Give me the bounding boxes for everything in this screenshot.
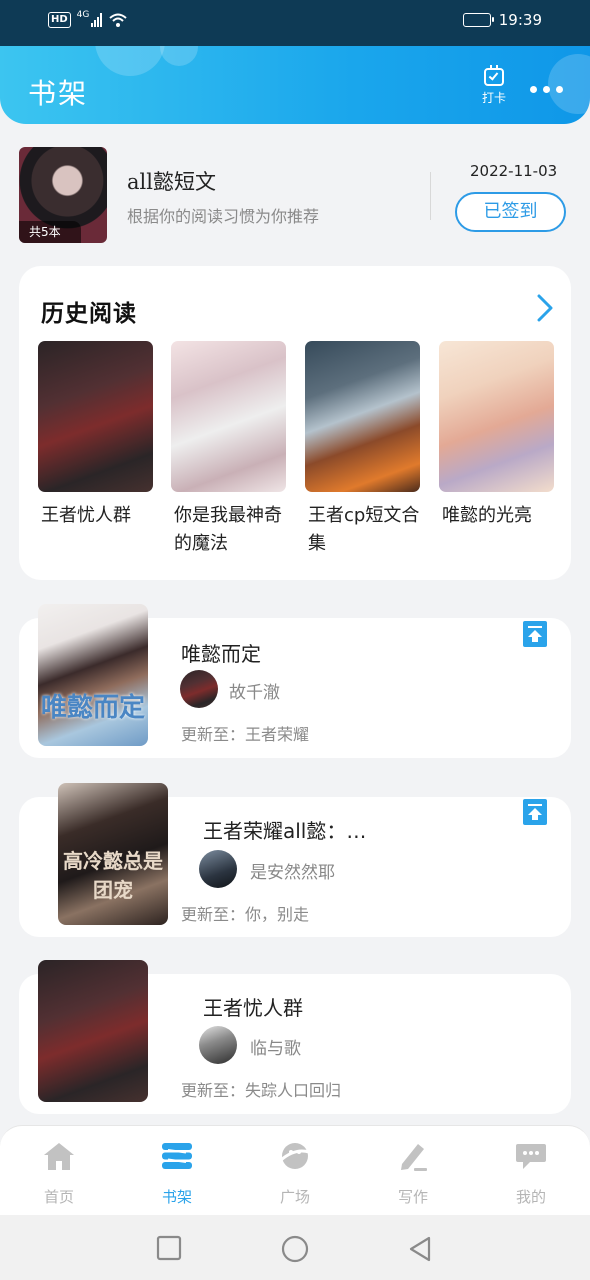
history-item[interactable]: 你是我最神奇的魔法 [171, 341, 286, 558]
recommend-subtitle: 根据你的阅读习惯为你推荐 [127, 207, 320, 226]
hd-badge: HD [48, 12, 71, 28]
avatar [199, 850, 237, 888]
book-cover [38, 960, 148, 1102]
author-name: 临与歌 [250, 1039, 301, 1059]
recommend-section: 共5本 all懿短文 根据你的阅读习惯为你推荐 2022-11-03 已签到 [0, 124, 590, 254]
nav-item-home[interactable]: 首页 [0, 1140, 118, 1207]
history-item-label: 唯懿的光亮 [442, 505, 532, 526]
checkin-label: 打卡 [481, 91, 506, 105]
decor-bubble [548, 54, 590, 114]
book-title: 王者忧人群 [203, 996, 303, 1020]
decor-bubble [95, 46, 165, 76]
history-item[interactable]: 王者cp短文合集 [305, 341, 420, 558]
update-prefix: 更新至： [181, 725, 246, 744]
recommend-cover[interactable]: 共5本 [19, 147, 107, 243]
dot-icon [556, 86, 563, 93]
calendar-check-icon [484, 65, 504, 86]
avatar [180, 670, 218, 708]
book-cover [439, 341, 554, 492]
history-title: 历史阅读 [41, 300, 137, 327]
book-update: 更新至：王者荣耀 [181, 721, 309, 745]
dot-icon [530, 86, 537, 93]
chevron-right-icon[interactable] [535, 294, 555, 322]
app-header: 书架 打卡 [0, 46, 590, 124]
nav-label: 我的 [515, 1188, 546, 1206]
bookshelf-icon [162, 1143, 192, 1169]
author-name: 故千澈 [229, 683, 280, 703]
book-cover: 高冷懿总是团宠 [58, 783, 168, 925]
book-title: 王者荣耀all懿：… [203, 819, 367, 843]
nav-label: 首页 [43, 1188, 74, 1206]
pen-icon [401, 1144, 427, 1171]
bottom-nav: 首页 书架 广场 写作 我的 [0, 1125, 590, 1215]
avatar [199, 1026, 237, 1064]
wifi-icon [109, 13, 128, 27]
book-cover [171, 341, 286, 492]
book-update: 更新至：你，别走 [181, 901, 309, 925]
status-left: HD 4G [48, 10, 128, 28]
history-item[interactable]: 王者忧人群 [38, 341, 153, 530]
nav-item-bookshelf[interactable]: 书架 [118, 1140, 236, 1207]
decor-bubble [160, 46, 198, 66]
signal-icon [91, 13, 103, 27]
home-icon [44, 1143, 74, 1170]
book-cover [305, 341, 420, 492]
checkin-date: 2022-11-03 [470, 162, 558, 180]
history-item-label: 王者忧人群 [41, 505, 131, 526]
divider [430, 172, 431, 220]
update-chapter: 王者荣耀 [245, 725, 310, 744]
home-circle-icon[interactable] [281, 1235, 309, 1263]
update-prefix: 更新至： [181, 905, 246, 924]
signed-in-button[interactable]: 已签到 [455, 192, 566, 232]
status-right: 19:39 [462, 11, 542, 29]
page-title: 书架 [28, 77, 89, 110]
bookshelf-item[interactable]: 唯懿而定 唯懿而定 故千澈 更新至：王者荣耀 [19, 604, 571, 758]
recent-apps-icon[interactable] [156, 1235, 182, 1261]
status-bar: HD 4G 19:39 [0, 0, 590, 46]
back-triangle-icon[interactable] [407, 1235, 433, 1263]
update-chapter: 失踪人口回归 [245, 1081, 342, 1100]
nav-item-write[interactable]: 写作 [354, 1140, 472, 1207]
nav-item-mine[interactable]: 我的 [472, 1140, 590, 1207]
book-update: 更新至：失踪人口回归 [181, 1077, 341, 1101]
nav-label: 广场 [279, 1188, 310, 1206]
bookshelf-item[interactable]: 王者忧人群 临与歌 更新至：失踪人口回归 [19, 960, 571, 1114]
dot-icon [543, 86, 550, 93]
clock: 19:39 [498, 11, 542, 29]
book-cover [38, 341, 153, 492]
network-type: 4G [76, 10, 90, 20]
history-item[interactable]: 唯懿的光亮 [439, 341, 554, 530]
nav-label: 书架 [161, 1188, 192, 1206]
system-nav-bar [0, 1215, 590, 1280]
update-chapter: 你，别走 [245, 905, 310, 924]
book-count-badge: 共5本 [19, 221, 81, 243]
planet-icon [280, 1143, 310, 1169]
history-item-label: 王者cp短文合集 [308, 505, 420, 554]
book-title: 唯懿而定 [181, 642, 261, 666]
pin-top-icon[interactable] [523, 621, 547, 647]
history-item-label: 你是我最神奇的魔法 [174, 505, 282, 554]
checkin-button[interactable]: 打卡 [474, 65, 514, 112]
chat-bubble-icon [516, 1144, 546, 1169]
bookshelf-item[interactable]: 高冷懿总是团宠 王者荣耀all懿：… 是安然然耶 更新至：你，别走 [19, 783, 571, 937]
recommend-title[interactable]: all懿短文 [127, 166, 216, 196]
battery-icon [462, 13, 494, 27]
history-card: 历史阅读 王者忧人群 你是我最神奇的魔法 王者cp短文合集 唯懿的光亮 [19, 266, 571, 580]
book-cover: 唯懿而定 [38, 604, 148, 746]
more-menu-button[interactable] [530, 86, 563, 93]
pin-top-icon[interactable] [523, 799, 547, 825]
update-prefix: 更新至： [181, 1081, 246, 1100]
author-name: 是安然然耶 [250, 863, 335, 883]
nav-label: 写作 [397, 1188, 428, 1206]
nav-item-square[interactable]: 广场 [236, 1140, 354, 1207]
cover-title-art: 唯懿而定 [40, 693, 145, 723]
cover-title-art: 高冷懿总是团宠 [63, 849, 163, 902]
